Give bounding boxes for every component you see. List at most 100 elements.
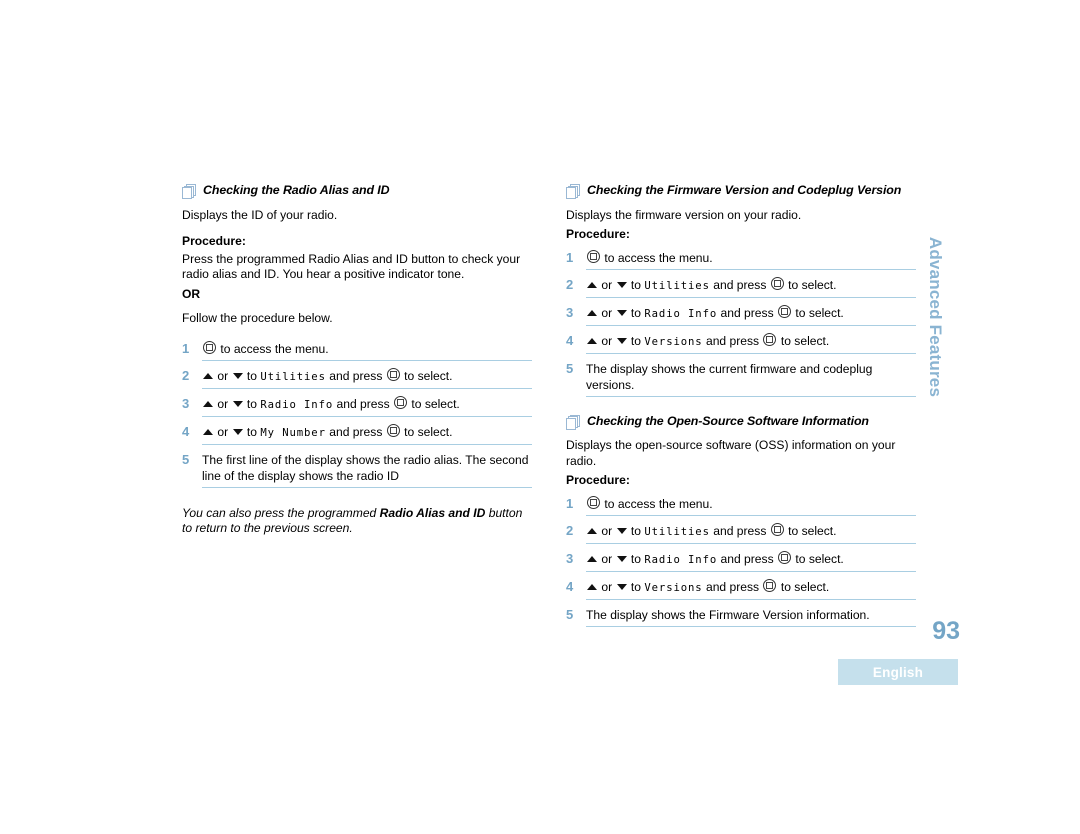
to-word: to	[630, 305, 641, 320]
down-arrow-icon	[616, 281, 627, 288]
step-item: 3 or to Radio Info and press to select.	[566, 548, 916, 576]
step-pre-text: or	[217, 368, 229, 383]
and-press-text: and press	[720, 305, 774, 320]
step-item: 2 or to Utilities and press to select.	[182, 365, 532, 393]
step-item: 4 or to My Number and press to select.	[182, 421, 532, 449]
menu-item-name: Versions	[644, 581, 703, 594]
up-arrow-icon	[203, 428, 213, 435]
heading-text: Checking the Radio Alias and ID	[203, 183, 390, 197]
and-press-text: and press	[705, 579, 760, 594]
step-text: or to Radio Info and press to select.	[586, 304, 916, 326]
step-post-text: to select.	[404, 368, 453, 383]
menu-select-button-icon	[386, 423, 400, 437]
step-item: 5 The display shows the current firmware…	[566, 358, 916, 401]
stacked-pages-icon	[182, 184, 196, 199]
step-pre-text: or	[217, 396, 229, 411]
down-arrow-icon	[232, 400, 243, 407]
section-heading-open-source: Checking the Open-Source Software Inform…	[566, 414, 916, 430]
step-number: 5	[182, 451, 190, 467]
menu-select-button-icon	[203, 340, 216, 354]
menu-select-button-icon	[778, 304, 792, 318]
step-number: 4	[182, 423, 190, 439]
step-post-text: to select.	[788, 277, 837, 292]
step-text: or to Utilities and press to select.	[586, 522, 916, 544]
heading-text: Checking the Firmware Version and Codepl…	[587, 183, 902, 197]
down-arrow-icon	[232, 372, 243, 379]
note-paragraph: You can also press the programmed Radio …	[182, 506, 532, 538]
steps-list-firmware-version: 1 to access the menu. 2 or to Utilities …	[566, 247, 916, 401]
step-text: to access the menu.	[586, 495, 916, 516]
to-word: to	[630, 551, 641, 566]
to-word: to	[630, 333, 641, 348]
step-pre-text: or	[601, 333, 613, 348]
step-post-text: to access the menu.	[604, 250, 713, 265]
menu-item-name: Versions	[644, 335, 703, 348]
to-word: to	[630, 523, 641, 538]
step-post-text: to select.	[788, 523, 837, 538]
step-text: or to Utilities and press to select.	[586, 276, 916, 298]
heading-text: Checking the Open-Source Software Inform…	[587, 413, 869, 428]
menu-select-button-icon	[778, 550, 792, 564]
menu-select-button-icon	[587, 249, 600, 263]
menu-select-button-icon	[763, 578, 777, 592]
down-arrow-icon	[616, 527, 627, 534]
down-arrow-icon	[616, 309, 627, 316]
step-post-text: to access the menu.	[604, 496, 713, 511]
step-text: to access the menu.	[202, 340, 532, 361]
language-badge: English	[838, 659, 958, 685]
step-text: to access the menu.	[586, 249, 916, 270]
step-text: The first line of the display shows the …	[202, 452, 532, 488]
up-arrow-icon	[587, 281, 597, 288]
intro-paragraph: Displays the ID of your radio.	[182, 207, 338, 222]
step-number: 1	[566, 495, 574, 511]
menu-item-name: Utilities	[644, 525, 710, 538]
step-post-text: to select.	[411, 396, 460, 411]
menu-item-name: Radio Info	[644, 307, 718, 320]
up-arrow-icon	[587, 555, 597, 562]
menu-item-name: My Number	[260, 426, 326, 439]
note-before-text: You can also press the programmed	[182, 505, 380, 520]
section-heading-radio-alias: Checking the Radio Alias and ID	[182, 183, 532, 199]
step-pre-text: or	[601, 277, 613, 292]
step-item: 3 or to Radio Info and press to select.	[182, 393, 532, 421]
to-word: to	[630, 579, 641, 594]
follow-instruction: Follow the procedure below.	[182, 311, 333, 325]
up-arrow-icon	[203, 400, 213, 407]
steps-list-open-source: 1 to access the menu. 2 or to Utilities …	[566, 493, 916, 631]
left-column: Checking the Radio Alias and ID Displays…	[182, 183, 532, 537]
to-word: to	[246, 396, 257, 411]
step-post-text: to select.	[795, 551, 844, 566]
step-item: 3 or to Radio Info and press to select.	[566, 302, 916, 330]
side-tab-label: Advanced Features	[926, 236, 945, 398]
step-item: 5 The first line of the display shows th…	[182, 449, 532, 492]
step-item: 2 or to Utilities and press to select.	[566, 274, 916, 302]
down-arrow-icon	[616, 555, 627, 562]
step-number: 4	[566, 578, 574, 594]
step-pre-text: or	[601, 305, 613, 320]
step-number: 1	[566, 249, 574, 265]
menu-select-button-icon	[394, 395, 408, 409]
step-text: or to Versions and press to select.	[586, 332, 916, 354]
down-arrow-icon	[232, 428, 243, 435]
to-word: to	[246, 424, 257, 439]
intro-paragraph: Displays the open-source software (OSS) …	[566, 438, 896, 468]
step-number: 5	[566, 360, 574, 376]
step-number: 3	[182, 395, 190, 411]
down-arrow-icon	[616, 337, 627, 344]
step-pre-text: or	[601, 523, 613, 538]
step-number: 5	[566, 606, 574, 622]
and-press-text: and press	[720, 551, 774, 566]
step-pre-text: or	[217, 424, 229, 439]
step-text: or to Versions and press to select.	[586, 578, 916, 600]
page-number: 93	[932, 617, 960, 645]
procedure-label: Procedure:	[566, 473, 630, 487]
menu-select-button-icon	[763, 332, 777, 346]
to-word: to	[630, 277, 641, 292]
right-column: Checking the Firmware Version and Codepl…	[566, 183, 916, 631]
step-number: 3	[566, 304, 574, 320]
step-item: 1 to access the menu.	[182, 338, 532, 365]
procedure-label: Procedure:	[566, 227, 630, 241]
step-post-text: to select.	[795, 305, 844, 320]
step-number: 2	[566, 276, 574, 292]
step-pre-text: or	[601, 579, 613, 594]
